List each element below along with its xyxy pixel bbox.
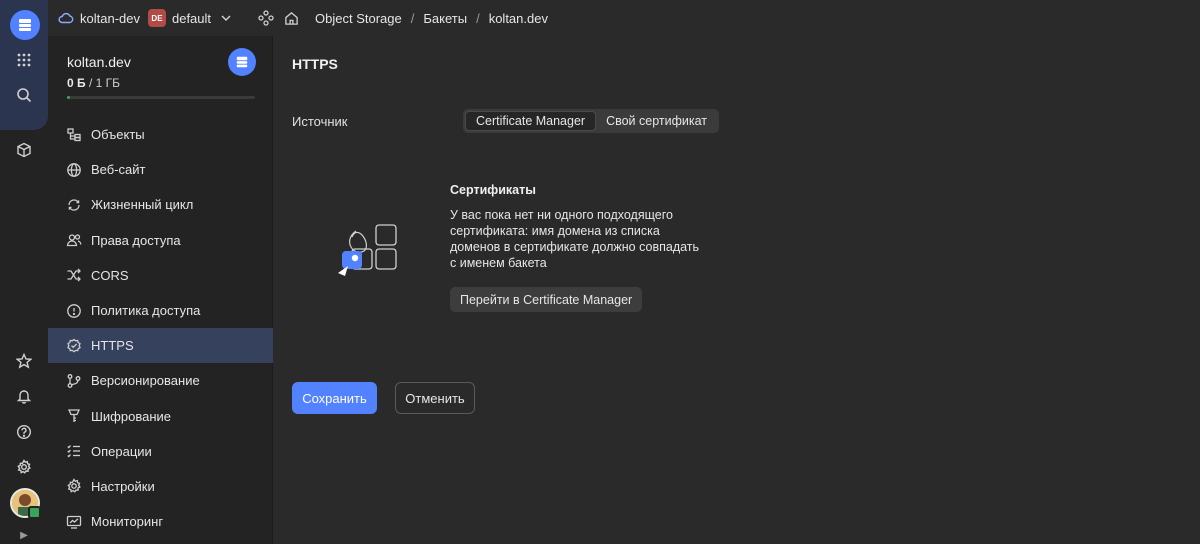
sidebar-item-label: CORS — [91, 267, 129, 283]
objects-icon — [66, 127, 82, 143]
shield-icon — [66, 303, 82, 319]
sidebar-item-label: Веб-сайт — [91, 162, 146, 178]
object-storage-service-icon[interactable] — [10, 10, 40, 40]
usage-progress-bar — [67, 96, 255, 99]
project-graph-icon[interactable] — [258, 10, 274, 26]
bucket-nav: Объекты Веб-сайт Жизненный цикл Права до… — [48, 117, 273, 539]
sidebar-item-label: Права доступа — [91, 232, 181, 248]
goto-certificate-manager-button[interactable]: Перейти в Certificate Manager — [450, 287, 643, 312]
source-option-certificate-manager[interactable]: Certificate Manager — [465, 111, 597, 131]
folder-badge: DE — [147, 9, 166, 27]
breadcrumb-object-storage[interactable]: Object Storage — [315, 11, 402, 26]
page-title: HTTPS — [292, 56, 338, 72]
bucket-usage-text: 0 Б / 1 ГБ — [67, 76, 120, 90]
sidebar-item-label: HTTPS — [91, 338, 134, 354]
size-separator: / — [85, 76, 96, 90]
notifications-bell-icon[interactable] — [12, 384, 36, 408]
cancel-button[interactable]: Отменить — [395, 382, 475, 414]
sidebar-item-operations[interactable]: Операции — [48, 434, 273, 469]
expand-rail-icon[interactable]: ▶ — [0, 526, 48, 544]
usage-progress-fill — [67, 96, 70, 99]
sidebar-item-cors[interactable]: CORS — [48, 258, 273, 293]
cloud-selector[interactable]: koltan-dev — [58, 11, 140, 26]
gear-icon — [66, 478, 82, 494]
list-icon — [66, 443, 82, 459]
bucket-sidebar: koltan.dev 0 Б / 1 ГБ Объекты Веб-сайт Ж… — [48, 36, 273, 544]
sidebar-item-label: Версионирование — [91, 373, 200, 389]
source-label: Источник — [292, 114, 348, 129]
home-icon[interactable] — [284, 11, 299, 26]
cloud-icon — [58, 12, 74, 24]
bucket-name: koltan.dev — [67, 54, 131, 70]
sidebar-item-monitoring[interactable]: Мониторинг — [48, 504, 273, 539]
size-total: 1 ГБ — [95, 76, 121, 90]
shield-check-icon — [66, 338, 82, 354]
sidebar-item-label: Объекты — [91, 127, 145, 143]
size-used: 0 Б — [67, 76, 86, 90]
branch-icon — [66, 373, 82, 389]
lifecycle-icon — [66, 197, 82, 213]
breadcrumb-separator: / — [410, 10, 415, 26]
certificates-empty-message: У вас пока нет ни одного подходящего сер… — [450, 208, 700, 270]
sidebar-item-access-policy[interactable]: Политика доступа — [48, 293, 273, 328]
global-nav-rail: ▶ — [0, 0, 48, 544]
source-segmented-control: Certificate Manager Свой сертификат — [463, 109, 720, 133]
sidebar-item-label: Шифрование — [91, 408, 171, 424]
cloud-name: koltan-dev — [80, 10, 140, 26]
save-button[interactable]: Сохранить — [292, 382, 377, 414]
settings-gear-icon[interactable] — [12, 455, 36, 479]
favorites-star-icon[interactable] — [12, 349, 36, 373]
sidebar-item-lifecycle[interactable]: Жизненный цикл — [48, 187, 273, 222]
key-icon — [66, 408, 82, 424]
chevron-down-icon — [221, 15, 231, 22]
sidebar-item-settings[interactable]: Настройки — [48, 469, 273, 504]
sidebar-item-access-rights[interactable]: Права доступа — [48, 223, 273, 258]
sidebar-item-https[interactable]: HTTPS — [48, 328, 273, 364]
users-icon — [66, 232, 82, 248]
sidebar-item-label: Мониторинг — [91, 514, 164, 530]
top-bar: koltan-dev DE default Object Storage / Б… — [48, 0, 1200, 36]
globe-icon — [66, 162, 82, 178]
https-settings-panel: HTTPS Источник Certificate Manager Свой … — [274, 36, 1200, 544]
help-icon[interactable] — [12, 420, 36, 444]
resources-icon[interactable] — [12, 138, 36, 162]
sidebar-item-encryption[interactable]: Шифрование — [48, 399, 273, 434]
certificates-heading: Сертификаты — [450, 183, 536, 197]
sidebar-item-versioning[interactable]: Версионирование — [48, 363, 273, 398]
bucket-service-icon — [228, 48, 256, 76]
empty-certificates-illustration — [338, 224, 397, 276]
breadcrumb-separator: / — [476, 10, 480, 26]
monitor-icon — [66, 514, 82, 530]
folder-selector[interactable]: default — [172, 11, 232, 26]
all-services-icon[interactable] — [12, 48, 36, 72]
sidebar-item-label: Операции — [91, 443, 152, 459]
avatar-status-icon — [28, 506, 41, 519]
breadcrumb-current-bucket: koltan.dev — [488, 10, 548, 26]
breadcrumb-buckets[interactable]: Бакеты — [423, 11, 467, 26]
sidebar-item-objects[interactable]: Объекты — [48, 117, 273, 152]
shuffle-icon — [66, 267, 82, 283]
source-option-own-certificate[interactable]: Свой сертификат — [596, 111, 717, 131]
search-icon[interactable] — [12, 83, 36, 107]
sidebar-item-website[interactable]: Веб-сайт — [48, 152, 273, 187]
sidebar-item-label: Жизненный цикл — [91, 197, 194, 213]
folder-name: default — [171, 10, 212, 26]
sidebar-item-label: Политика доступа — [91, 303, 201, 319]
sidebar-item-label: Настройки — [91, 478, 155, 494]
